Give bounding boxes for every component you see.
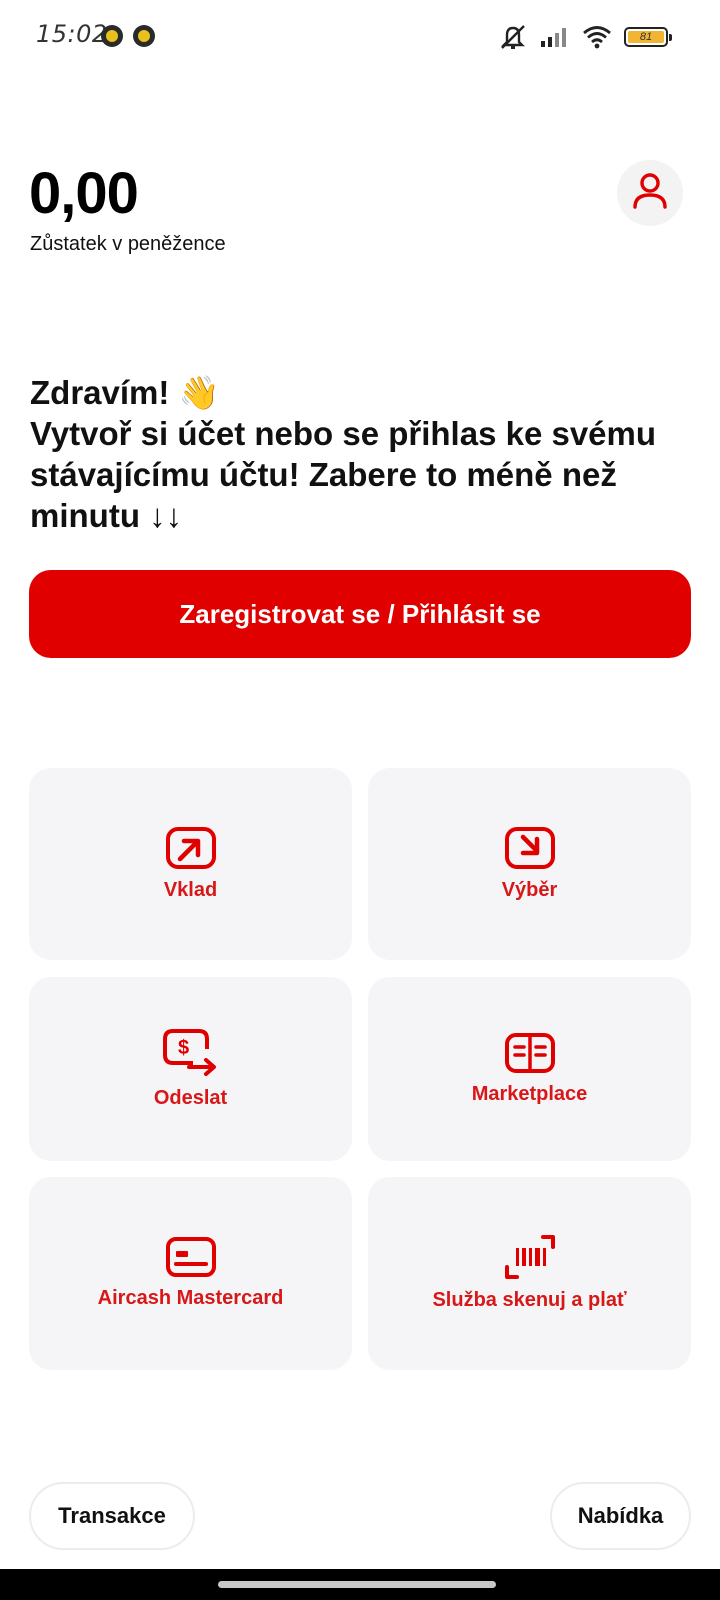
status-time: 15:02 xyxy=(36,20,108,48)
tile-withdraw[interactable]: Výběr xyxy=(368,768,691,960)
status-bar: 15:02 81 xyxy=(0,0,720,72)
scan-barcode-icon xyxy=(503,1235,557,1279)
wallet-balance-label: Zůstatek v peněžence xyxy=(30,233,226,255)
marketplace-icon xyxy=(504,1032,555,1073)
tile-marketplace[interactable]: Marketplace xyxy=(368,977,691,1161)
withdraw-icon xyxy=(504,826,555,869)
card-icon xyxy=(165,1237,216,1277)
tile-mastercard[interactable]: Aircash Mastercard xyxy=(29,1177,352,1370)
tile-label: Odeslat xyxy=(153,1086,228,1109)
battery-level: 81 xyxy=(628,31,664,43)
wallet-balance: 0,00 xyxy=(29,161,139,226)
greeting-text: Zdravím! 👋 Vytvoř si účet nebo se přihla… xyxy=(30,372,690,536)
tile-label: Výběr xyxy=(501,878,558,901)
notification-icon xyxy=(133,25,155,47)
tile-label: Služba skenuj a plať xyxy=(432,1289,627,1311)
send-money-icon: $ xyxy=(162,1028,219,1077)
profile-button[interactable] xyxy=(617,160,683,226)
status-icons: 81 xyxy=(498,22,672,52)
tile-send[interactable]: $ Odeslat xyxy=(29,977,352,1161)
home-indicator[interactable] xyxy=(218,1581,496,1588)
tile-label: Aircash Mastercard xyxy=(97,1287,284,1309)
tile-scan-pay[interactable]: Služba skenuj a plať xyxy=(368,1177,691,1370)
tile-deposit[interactable]: Vklad xyxy=(29,768,352,960)
menu-button[interactable]: Nabídka xyxy=(550,1482,691,1550)
signal-icon xyxy=(540,26,570,48)
register-login-button[interactable]: Zaregistrovat se / Přihlásit se xyxy=(29,570,691,658)
user-icon xyxy=(632,172,668,215)
tile-label: Marketplace xyxy=(471,1082,588,1105)
wifi-icon xyxy=(582,25,612,49)
svg-text:$: $ xyxy=(178,1037,189,1059)
system-nav-bar xyxy=(0,1569,720,1600)
mute-icon xyxy=(498,24,528,50)
transactions-button[interactable]: Transakce xyxy=(29,1482,195,1550)
greeting-message: Vytvoř si účet nebo se přihlas ke svému … xyxy=(30,415,657,534)
tile-label: Vklad xyxy=(163,878,218,901)
deposit-icon xyxy=(165,826,216,869)
notification-icon xyxy=(101,25,123,47)
greeting-title: Zdravím! 👋 xyxy=(30,374,220,411)
battery-icon: 81 xyxy=(624,27,672,47)
